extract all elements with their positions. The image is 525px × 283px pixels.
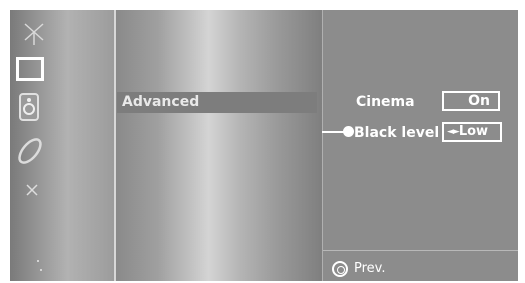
left-right-arrows-icon: ◄► — [447, 127, 460, 137]
submenu-footer-divider — [323, 250, 518, 251]
cinema-value[interactable]: On — [442, 91, 500, 111]
black-level-value-text: Low — [458, 124, 489, 139]
black-level-value[interactable]: ◄►Low — [442, 122, 502, 142]
picture-icon[interactable] — [16, 57, 44, 81]
menu-item-advanced[interactable]: Advanced — [117, 92, 317, 113]
antenna-icon[interactable] — [23, 22, 45, 46]
prev-label[interactable]: Prev. — [354, 260, 385, 278]
prev-icon[interactable] — [332, 261, 348, 277]
submenu-panel — [323, 10, 518, 281]
cinema-label: Cinema — [356, 94, 415, 110]
sound-icon[interactable] — [18, 92, 40, 122]
more-icon — [36, 258, 44, 272]
black-level-label: Black level — [354, 125, 440, 141]
time-icon[interactable] — [15, 136, 45, 166]
menu-column — [116, 10, 322, 281]
tv-osd-screen — [10, 10, 518, 281]
option-icon[interactable] — [24, 182, 40, 198]
selection-connector-dot — [343, 126, 354, 137]
